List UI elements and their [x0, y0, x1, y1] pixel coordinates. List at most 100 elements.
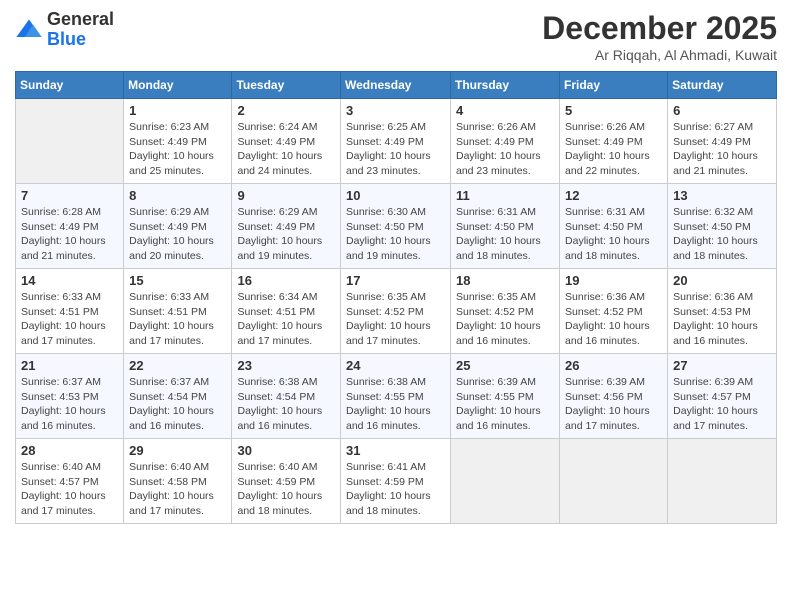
header: General Blue December 2025 Ar Riqqah, Al… — [15, 10, 777, 63]
day-number: 16 — [237, 273, 335, 288]
day-info: Sunrise: 6:32 AMSunset: 4:50 PMDaylight:… — [673, 205, 771, 264]
calendar-cell: 19Sunrise: 6:36 AMSunset: 4:52 PMDayligh… — [560, 269, 668, 354]
day-info: Sunrise: 6:31 AMSunset: 4:50 PMDaylight:… — [565, 205, 662, 264]
day-number: 26 — [565, 358, 662, 373]
day-info: Sunrise: 6:29 AMSunset: 4:49 PMDaylight:… — [129, 205, 226, 264]
calendar-cell: 1 Sunrise: 6:23 AMSunset: 4:49 PMDaylight… — [124, 99, 232, 184]
day-info: Sunrise: 6:34 AMSunset: 4:51 PMDaylight:… — [237, 290, 335, 349]
day-number: 15 — [129, 273, 226, 288]
calendar-week-0: 1 Sunrise: 6:23 AMSunset: 4:49 PMDaylight… — [16, 99, 777, 184]
day-number: 25 — [456, 358, 554, 373]
calendar-cell: 31Sunrise: 6:41 AMSunset: 4:59 PMDayligh… — [341, 439, 451, 524]
calendar-cell: 22Sunrise: 6:37 AMSunset: 4:54 PMDayligh… — [124, 354, 232, 439]
calendar-cell: 9 Sunrise: 6:29 AMSunset: 4:49 PMDaylight… — [232, 184, 341, 269]
day-info: Sunrise: 6:29 AMSunset: 4:49 PMDaylight:… — [237, 205, 335, 264]
day-number: 23 — [237, 358, 335, 373]
calendar-week-2: 14 Sunrise: 6:33 AMSunset: 4:51 PMDayligh… — [16, 269, 777, 354]
day-number: 2 — [237, 103, 335, 118]
day-number: 10 — [346, 188, 445, 203]
day-info: Sunrise: 6:27 AMSunset: 4:49 PMDaylight:… — [673, 120, 771, 179]
calendar-cell: 21Sunrise: 6:37 AMSunset: 4:53 PMDayligh… — [16, 354, 124, 439]
calendar-cell: 13 Sunrise: 6:32 AMSunset: 4:50 PMDayligh… — [668, 184, 777, 269]
calendar-cell — [451, 439, 560, 524]
day-info: Sunrise: 6:40 AMSunset: 4:59 PMDaylight:… — [237, 460, 335, 519]
day-info: Sunrise: 6:30 AMSunset: 4:50 PMDaylight:… — [346, 205, 445, 264]
day-info: Sunrise: 6:38 AMSunset: 4:55 PMDaylight:… — [346, 375, 445, 434]
day-number: 14 — [21, 273, 118, 288]
logo-icon — [15, 16, 43, 44]
day-number: 17 — [346, 273, 445, 288]
day-number: 11 — [456, 188, 554, 203]
weekday-row: SundayMondayTuesdayWednesdayThursdayFrid… — [16, 72, 777, 99]
calendar-cell: 4Sunrise: 6:26 AMSunset: 4:49 PMDaylight… — [451, 99, 560, 184]
calendar-cell — [668, 439, 777, 524]
calendar-cell: 3Sunrise: 6:25 AMSunset: 4:49 PMDaylight… — [341, 99, 451, 184]
day-info: Sunrise: 6:40 AMSunset: 4:58 PMDaylight:… — [129, 460, 226, 519]
calendar-cell — [16, 99, 124, 184]
day-number: 22 — [129, 358, 226, 373]
calendar-cell: 30 Sunrise: 6:40 AMSunset: 4:59 PMDayligh… — [232, 439, 341, 524]
calendar-cell: 20 Sunrise: 6:36 AMSunset: 4:53 PMDayligh… — [668, 269, 777, 354]
day-number: 20 — [673, 273, 771, 288]
weekday-header-thursday: Thursday — [451, 72, 560, 99]
day-info: Sunrise: 6:31 AMSunset: 4:50 PMDaylight:… — [456, 205, 554, 264]
day-number: 8 — [129, 188, 226, 203]
weekday-header-saturday: Saturday — [668, 72, 777, 99]
day-number: 5 — [565, 103, 662, 118]
logo-general: General — [47, 9, 114, 29]
day-number: 21 — [21, 358, 118, 373]
day-info: Sunrise: 6:39 AMSunset: 4:55 PMDaylight:… — [456, 375, 554, 434]
logo-text: General Blue — [47, 10, 114, 50]
calendar-cell: 5 Sunrise: 6:26 AMSunset: 4:49 PMDaylight… — [560, 99, 668, 184]
calendar-cell: 18 Sunrise: 6:35 AMSunset: 4:52 PMDayligh… — [451, 269, 560, 354]
calendar-cell: 8 Sunrise: 6:29 AMSunset: 4:49 PMDaylight… — [124, 184, 232, 269]
calendar-cell: 23 Sunrise: 6:38 AMSunset: 4:54 PMDayligh… — [232, 354, 341, 439]
day-number: 4 — [456, 103, 554, 118]
day-number: 1 — [129, 103, 226, 118]
weekday-header-friday: Friday — [560, 72, 668, 99]
day-info: Sunrise: 6:23 AMSunset: 4:49 PMDaylight:… — [129, 120, 226, 179]
day-info: Sunrise: 6:38 AMSunset: 4:54 PMDaylight:… — [237, 375, 335, 434]
day-number: 3 — [346, 103, 445, 118]
day-info: Sunrise: 6:36 AMSunset: 4:52 PMDaylight:… — [565, 290, 662, 349]
day-number: 13 — [673, 188, 771, 203]
calendar-cell: 16 Sunrise: 6:34 AMSunset: 4:51 PMDayligh… — [232, 269, 341, 354]
calendar-cell: 17 Sunrise: 6:35 AMSunset: 4:52 PMDayligh… — [341, 269, 451, 354]
calendar-cell: 12 Sunrise: 6:31 AMSunset: 4:50 PMDayligh… — [560, 184, 668, 269]
day-info: Sunrise: 6:33 AMSunset: 4:51 PMDaylight:… — [21, 290, 118, 349]
calendar-cell: 7Sunrise: 6:28 AMSunset: 4:49 PMDaylight… — [16, 184, 124, 269]
calendar-cell: 25 Sunrise: 6:39 AMSunset: 4:55 PMDayligh… — [451, 354, 560, 439]
calendar-cell: 26 Sunrise: 6:39 AMSunset: 4:56 PMDayligh… — [560, 354, 668, 439]
month-title: December 2025 — [542, 10, 777, 47]
day-number: 9 — [237, 188, 335, 203]
calendar-cell: 6 Sunrise: 6:27 AMSunset: 4:49 PMDaylight… — [668, 99, 777, 184]
day-number: 7 — [21, 188, 118, 203]
calendar-header: SundayMondayTuesdayWednesdayThursdayFrid… — [16, 72, 777, 99]
day-number: 31 — [346, 443, 445, 458]
weekday-header-wednesday: Wednesday — [341, 72, 451, 99]
calendar-cell: 14 Sunrise: 6:33 AMSunset: 4:51 PMDayligh… — [16, 269, 124, 354]
calendar-cell: 15 Sunrise: 6:33 AMSunset: 4:51 PMDayligh… — [124, 269, 232, 354]
weekday-header-tuesday: Tuesday — [232, 72, 341, 99]
day-info: Sunrise: 6:39 AMSunset: 4:56 PMDaylight:… — [565, 375, 662, 434]
weekday-header-monday: Monday — [124, 72, 232, 99]
day-number: 18 — [456, 273, 554, 288]
day-info: Sunrise: 6:39 AMSunset: 4:57 PMDaylight:… — [673, 375, 771, 434]
page: General Blue December 2025 Ar Riqqah, Al… — [0, 0, 792, 612]
day-info: Sunrise: 6:33 AMSunset: 4:51 PMDaylight:… — [129, 290, 226, 349]
day-info: Sunrise: 6:26 AMSunset: 4:49 PMDaylight:… — [565, 120, 662, 179]
calendar-week-4: 28Sunrise: 6:40 AMSunset: 4:57 PMDayligh… — [16, 439, 777, 524]
calendar-table: SundayMondayTuesdayWednesdayThursdayFrid… — [15, 71, 777, 524]
day-info: Sunrise: 6:40 AMSunset: 4:57 PMDaylight:… — [21, 460, 118, 519]
day-info: Sunrise: 6:35 AMSunset: 4:52 PMDaylight:… — [456, 290, 554, 349]
day-number: 30 — [237, 443, 335, 458]
day-number: 6 — [673, 103, 771, 118]
location: Ar Riqqah, Al Ahmadi, Kuwait — [542, 47, 777, 63]
logo: General Blue — [15, 10, 114, 50]
day-number: 12 — [565, 188, 662, 203]
day-number: 24 — [346, 358, 445, 373]
calendar-cell: 29Sunrise: 6:40 AMSunset: 4:58 PMDayligh… — [124, 439, 232, 524]
title-section: December 2025 Ar Riqqah, Al Ahmadi, Kuwa… — [542, 10, 777, 63]
day-info: Sunrise: 6:35 AMSunset: 4:52 PMDaylight:… — [346, 290, 445, 349]
day-info: Sunrise: 6:36 AMSunset: 4:53 PMDaylight:… — [673, 290, 771, 349]
